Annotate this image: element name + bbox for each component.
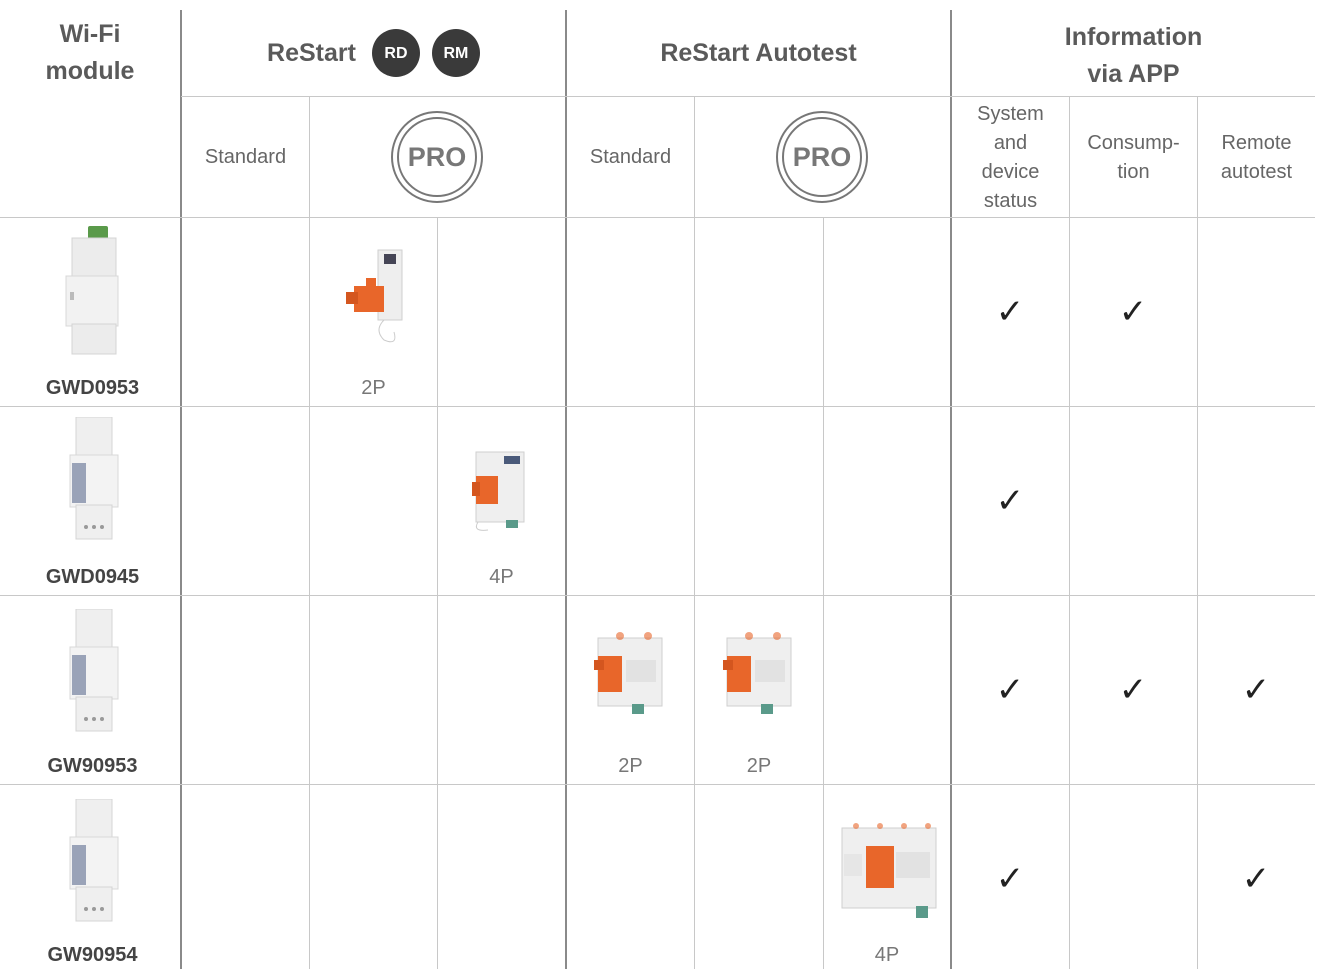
pole-label: 4P xyxy=(489,566,514,588)
header-restart: ReStart xyxy=(267,38,356,67)
subheader-remote-autotest: Remote autotest xyxy=(1220,131,1293,183)
pro-badge: PRO xyxy=(776,111,868,203)
divider xyxy=(0,595,1315,596)
autotest-device-image xyxy=(594,632,663,714)
header-restart-autotest: ReStart Autotest xyxy=(660,38,857,67)
subheader-system-device-status: System and device status xyxy=(977,102,1044,212)
restart-device-image xyxy=(472,451,525,531)
subheader-standard: Standard xyxy=(589,146,672,168)
pole-label: 2P xyxy=(361,377,386,399)
pro-label: PRO xyxy=(397,117,477,197)
subheader-standard: Standard xyxy=(204,146,287,168)
divider xyxy=(1069,97,1070,969)
check-icon: ✓ xyxy=(995,671,1025,709)
check-icon: ✓ xyxy=(1241,671,1271,709)
divider xyxy=(823,217,824,969)
divider xyxy=(309,97,310,969)
product-code: GWD0953 xyxy=(45,377,140,399)
check-icon: ✓ xyxy=(995,293,1025,331)
pole-label: 2P xyxy=(746,755,772,777)
divider xyxy=(0,406,1315,407)
restart-device-image xyxy=(346,249,403,343)
product-code: GWD0945 xyxy=(45,566,140,588)
product-code: GW90954 xyxy=(47,944,138,966)
wifi-module-image xyxy=(69,609,119,732)
check-icon: ✓ xyxy=(1241,860,1271,898)
check-icon: ✓ xyxy=(1118,293,1148,331)
divider xyxy=(437,217,438,969)
divider xyxy=(0,784,1315,785)
wifi-module-image xyxy=(69,799,119,922)
header-restart-group: ReStart RD RM xyxy=(182,10,565,96)
wifi-module-image xyxy=(65,226,119,355)
divider xyxy=(0,217,1315,218)
pole-label: 4P xyxy=(874,944,900,966)
divider xyxy=(181,96,1315,97)
divider xyxy=(1197,97,1198,969)
check-icon: ✓ xyxy=(995,860,1025,898)
wifi-module-image xyxy=(69,417,119,540)
pro-label: PRO xyxy=(782,117,862,197)
header-wifi-module: Wi-Fi module xyxy=(45,20,135,85)
pole-label: 2P xyxy=(618,755,643,777)
product-code: GW90953 xyxy=(47,755,138,777)
divider xyxy=(694,97,695,969)
subheader-consumption: Consump- tion xyxy=(1087,131,1180,183)
check-icon: ✓ xyxy=(995,482,1025,520)
autotest-device-image xyxy=(841,823,937,918)
pro-badge: PRO xyxy=(391,111,483,203)
badge-rm: RM xyxy=(431,29,480,77)
badge-rd: RD xyxy=(371,29,420,77)
header-information-via-app: Information via APP xyxy=(1064,23,1203,88)
check-icon: ✓ xyxy=(1118,671,1148,709)
autotest-device-image xyxy=(723,632,792,714)
